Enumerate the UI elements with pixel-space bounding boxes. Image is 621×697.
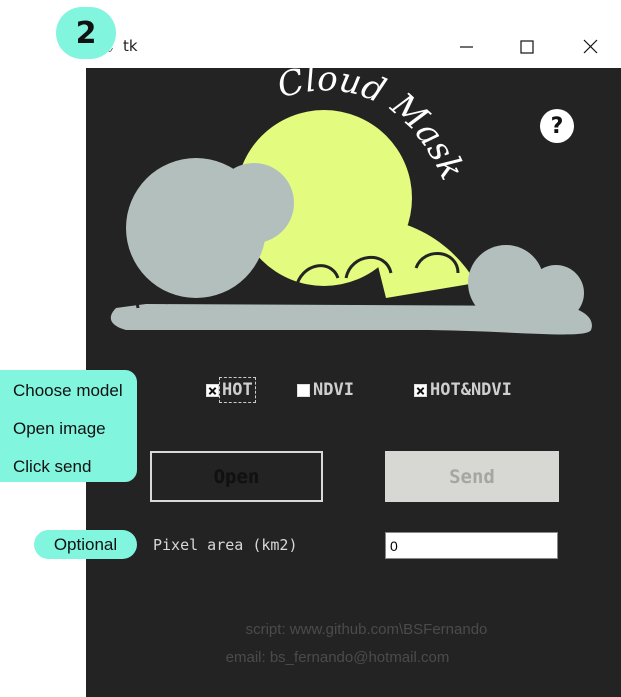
instruction-choose-model: Choose model xyxy=(13,381,123,400)
step-number-badge: 2 xyxy=(56,7,116,59)
instructions-callout: Choose model Open image Click send xyxy=(0,370,137,482)
open-button-label: Open xyxy=(213,465,260,488)
open-button[interactable]: Open xyxy=(150,451,323,502)
help-button[interactable]: ? xyxy=(540,109,574,143)
minimize-icon xyxy=(460,46,473,48)
cloud-mask-logo: Cloud Mask xyxy=(104,68,592,335)
checkbox-hot-label: HOT xyxy=(219,377,256,403)
instruction-open-image: Open image xyxy=(13,419,106,438)
instruction-click-send: Click send xyxy=(13,457,92,476)
optional-pill: Optional xyxy=(34,530,137,559)
cloud-shape xyxy=(110,304,592,335)
footer-email: email: bs_fernando@hotmail.com xyxy=(225,649,450,666)
pixel-area-label: Pixel area (km2) xyxy=(153,536,298,554)
checkbox-ndvi-label: NDVI xyxy=(313,380,354,400)
checkbox-unchecked-icon xyxy=(297,383,310,397)
close-icon xyxy=(583,39,598,54)
checkbox-hot-ndvi[interactable]: HOT&NDVI xyxy=(414,378,512,402)
pixel-area-input[interactable] xyxy=(385,532,558,559)
checkbox-hot[interactable]: HOT xyxy=(206,377,256,403)
window-title: tk xyxy=(123,37,138,55)
checkbox-ndvi[interactable]: NDVI xyxy=(297,378,354,402)
checkbox-checked-icon xyxy=(414,383,427,397)
maximize-button[interactable] xyxy=(513,34,541,60)
checkbox-checked-icon xyxy=(206,383,219,397)
send-button[interactable]: Send xyxy=(385,451,559,502)
maximize-icon xyxy=(520,40,534,54)
help-icon: ? xyxy=(550,113,564,139)
send-button-label: Send xyxy=(449,465,495,488)
footer-script: script: www.github.com\BSFernando xyxy=(245,621,488,638)
minimize-button[interactable] xyxy=(453,34,481,60)
checkbox-hot-ndvi-label: HOT&NDVI xyxy=(430,380,512,400)
close-button[interactable] xyxy=(576,34,604,60)
